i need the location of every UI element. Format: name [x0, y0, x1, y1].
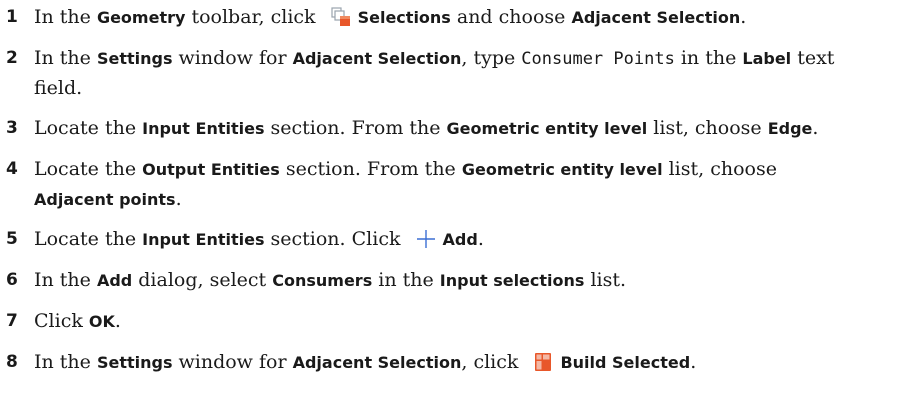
- step-text: In the Settings window for Adjacent Sele…: [34, 347, 900, 381]
- text: window for: [172, 47, 293, 69]
- geometric-entity-level-label: Geometric entity level: [461, 160, 663, 179]
- step-4: 4 Locate the Output Entities section. Fr…: [0, 154, 900, 185]
- settings-label: Settings: [96, 353, 173, 372]
- text: .: [690, 351, 697, 373]
- step-number: 7: [6, 311, 18, 331]
- step-6: 6 In the Add dialog, select Consumers in…: [0, 265, 900, 296]
- step-2: 2 In the Settings window for Adjacent Se…: [0, 43, 900, 74]
- input-entities-label: Input Entities: [142, 230, 265, 249]
- instruction-steps: 1 In the Geometry toolbar, click Selecti…: [0, 0, 911, 400]
- text: In the: [34, 269, 97, 291]
- geometric-entity-level-label: Geometric entity level: [446, 119, 648, 138]
- step-8: 8 In the Settings window for Adjacent Se…: [0, 347, 900, 381]
- step-number: 6: [6, 270, 18, 290]
- text: list.: [584, 269, 627, 291]
- step-number: 8: [6, 352, 18, 372]
- step-3: 3 Locate the Input Entities section. Fro…: [0, 113, 900, 144]
- geometry-toolbar-label: Geometry: [96, 8, 186, 27]
- text: in the: [372, 269, 440, 291]
- adjacent-selection-label: Adjacent Selection: [292, 353, 462, 372]
- step-text: Adjacent points.: [34, 184, 900, 215]
- step-text: Click OK.: [34, 306, 900, 337]
- step-1: 1 In the Geometry toolbar, click Selecti…: [0, 2, 900, 36]
- step-5: 5 Locate the Input Entities section. Cli…: [0, 224, 900, 258]
- step-text: Locate the Input Entities section. Click…: [34, 224, 900, 258]
- text: list, choose: [662, 158, 777, 180]
- step-2-continued: field.: [0, 73, 900, 103]
- add-label: Add: [442, 230, 478, 249]
- step-text: In the Geometry toolbar, click Selection…: [34, 2, 900, 36]
- text: .: [812, 117, 819, 139]
- step-text: In the Settings window for Adjacent Sele…: [34, 43, 900, 74]
- text: in the: [674, 47, 743, 69]
- step-number: 5: [6, 229, 18, 249]
- step-text: Locate the Output Entities section. From…: [34, 154, 900, 185]
- input-selections-label: Input selections: [439, 271, 585, 290]
- text: .: [477, 228, 484, 250]
- text: dialog, select: [132, 269, 273, 291]
- adjacent-selection-label: Adjacent Selection: [571, 8, 741, 27]
- input-entities-label: Input Entities: [142, 119, 265, 138]
- output-entities-label: Output Entities: [142, 160, 280, 179]
- plus-icon: [415, 228, 437, 258]
- text: Locate the: [34, 117, 143, 139]
- text: , click: [461, 351, 525, 373]
- text: , type: [461, 47, 522, 69]
- text: In the: [34, 47, 97, 69]
- step-text: In the Add dialog, select Consumers in t…: [34, 265, 900, 296]
- text: window for: [172, 351, 293, 373]
- text: section. From the: [279, 158, 462, 180]
- add-dialog-label: Add: [96, 271, 133, 290]
- label-field-label: Label: [742, 49, 792, 68]
- adjacent-selection-label: Adjacent Selection: [292, 49, 462, 68]
- consumers-label: Consumers: [272, 271, 373, 290]
- text: .: [740, 6, 747, 28]
- ok-label: OK: [88, 312, 115, 331]
- step-number: 2: [6, 48, 18, 68]
- step-number: 4: [6, 159, 18, 179]
- build-selected-icon: [532, 351, 554, 381]
- step-number: 3: [6, 118, 18, 138]
- typed-value: Consumer Points: [521, 49, 675, 69]
- text: list, choose: [647, 117, 768, 139]
- text: .: [175, 188, 182, 210]
- text: section. From the: [264, 117, 447, 139]
- selections-icon: [330, 6, 352, 36]
- step-text: Locate the Input Entities section. From …: [34, 113, 900, 144]
- edge-label: Edge: [767, 119, 813, 138]
- settings-label: Settings: [96, 49, 173, 68]
- text: field.: [34, 77, 83, 99]
- text: text: [791, 47, 835, 69]
- text: and choose: [450, 6, 572, 28]
- text: .: [114, 310, 121, 332]
- text: section. Click: [264, 228, 407, 250]
- step-7: 7 Click OK.: [0, 306, 900, 337]
- text: In the: [34, 351, 97, 373]
- text: In the: [34, 6, 97, 28]
- text: Click: [34, 310, 89, 332]
- adjacent-points-label: Adjacent points: [34, 190, 176, 209]
- text: Locate the: [34, 158, 143, 180]
- selections-label: Selections: [357, 8, 451, 27]
- build-selected-label: Build Selected: [560, 353, 691, 372]
- text: Locate the: [34, 228, 143, 250]
- text: toolbar, click: [185, 6, 322, 28]
- step-number: 1: [6, 7, 18, 27]
- step-4-continued: Adjacent points.: [0, 184, 900, 215]
